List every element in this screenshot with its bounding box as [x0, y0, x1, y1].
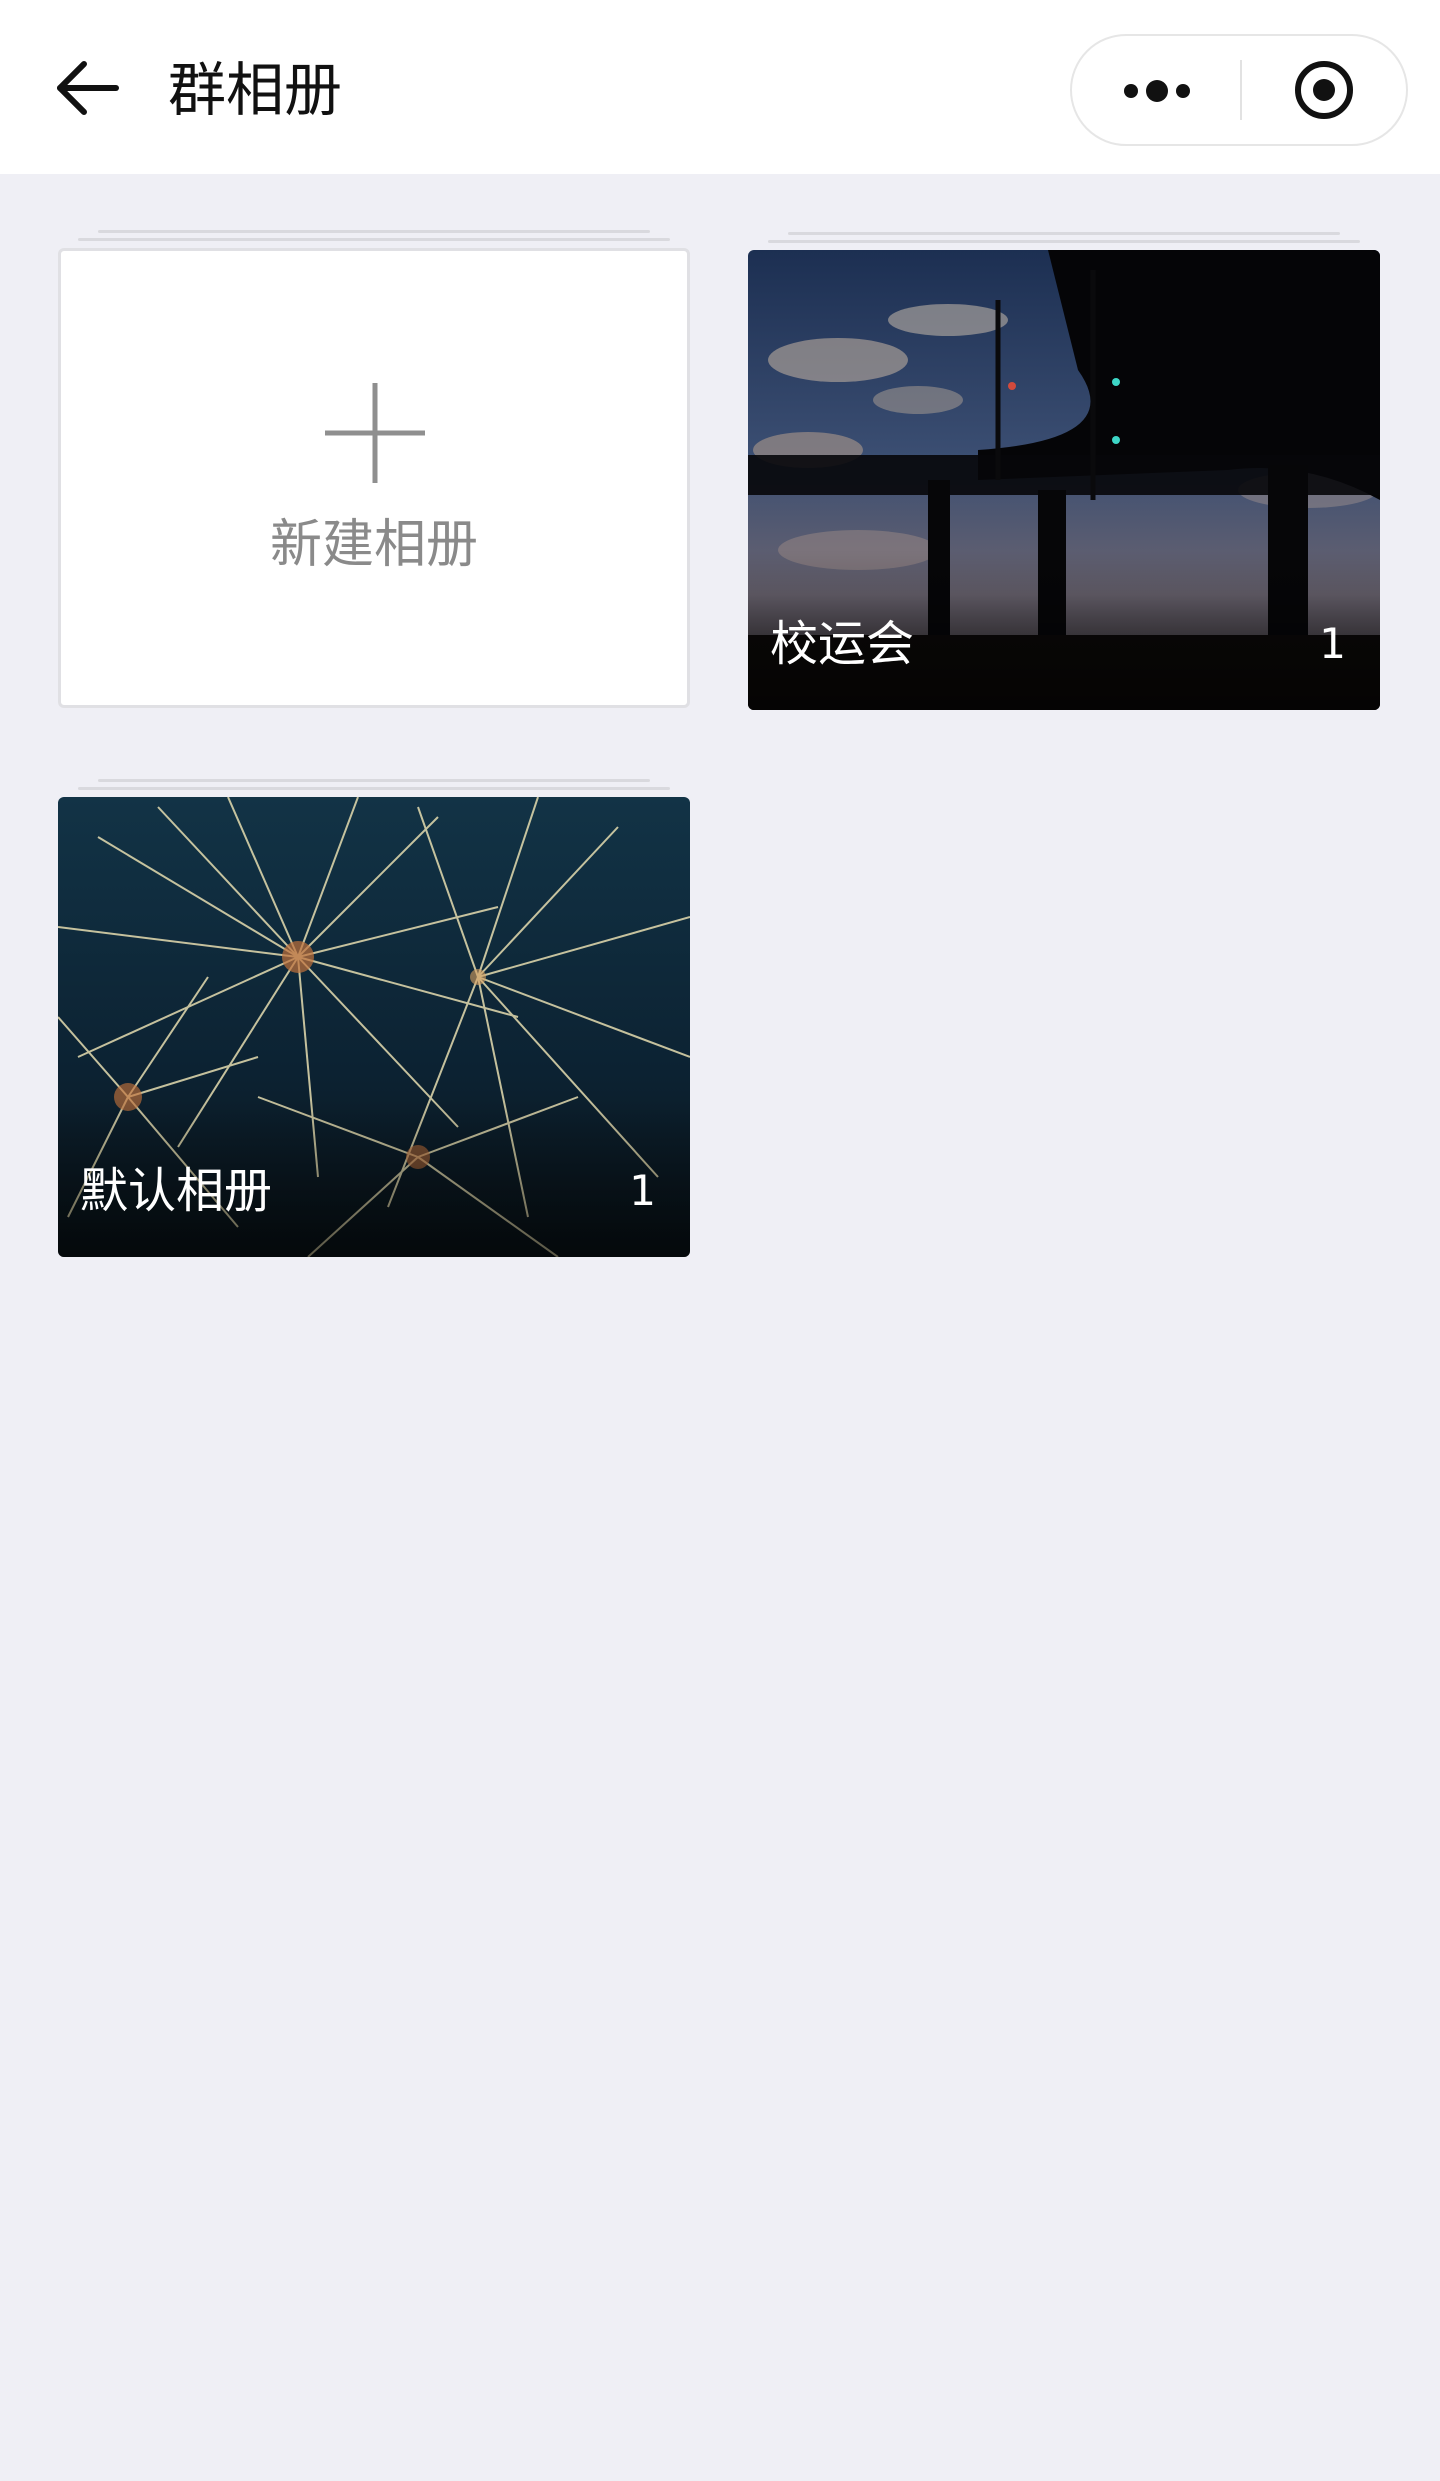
nav-bar: 群相册 [0, 0, 1440, 174]
more-button[interactable] [1072, 36, 1240, 144]
stack-line [98, 779, 650, 782]
more-dots-icon [1124, 84, 1138, 98]
album-item-new: 新建相册 [58, 230, 690, 708]
album-item: 校运会 1 [748, 232, 1380, 710]
stack-line [78, 787, 670, 790]
stack-line [78, 238, 670, 241]
new-album-button[interactable]: 新建相册 [58, 248, 690, 708]
album-card[interactable]: 默认相册 1 [58, 797, 690, 1257]
more-dots-icon-right [1176, 84, 1190, 98]
back-button[interactable] [48, 48, 128, 128]
plus-icon [325, 383, 425, 483]
more-dots-icon-center [1146, 80, 1168, 102]
page-title: 群相册 [168, 56, 343, 124]
album-name: 校运会 [770, 616, 915, 672]
stack-line [98, 230, 650, 233]
stack-line [788, 232, 1340, 235]
album-photo-count: 1 [1319, 619, 1346, 668]
arrow-left-icon [57, 61, 119, 115]
stack-line [768, 240, 1360, 243]
target-circle-icon [1295, 61, 1353, 119]
album-name: 默认相册 [80, 1163, 273, 1219]
album-item: 默认相册 1 [58, 779, 690, 1257]
new-album-label: 新建相册 [269, 515, 478, 575]
mini-program-capsule [1070, 34, 1408, 146]
album-card[interactable]: 校运会 1 [748, 250, 1380, 710]
album-photo-count: 1 [629, 1166, 656, 1215]
close-button[interactable] [1242, 36, 1408, 144]
